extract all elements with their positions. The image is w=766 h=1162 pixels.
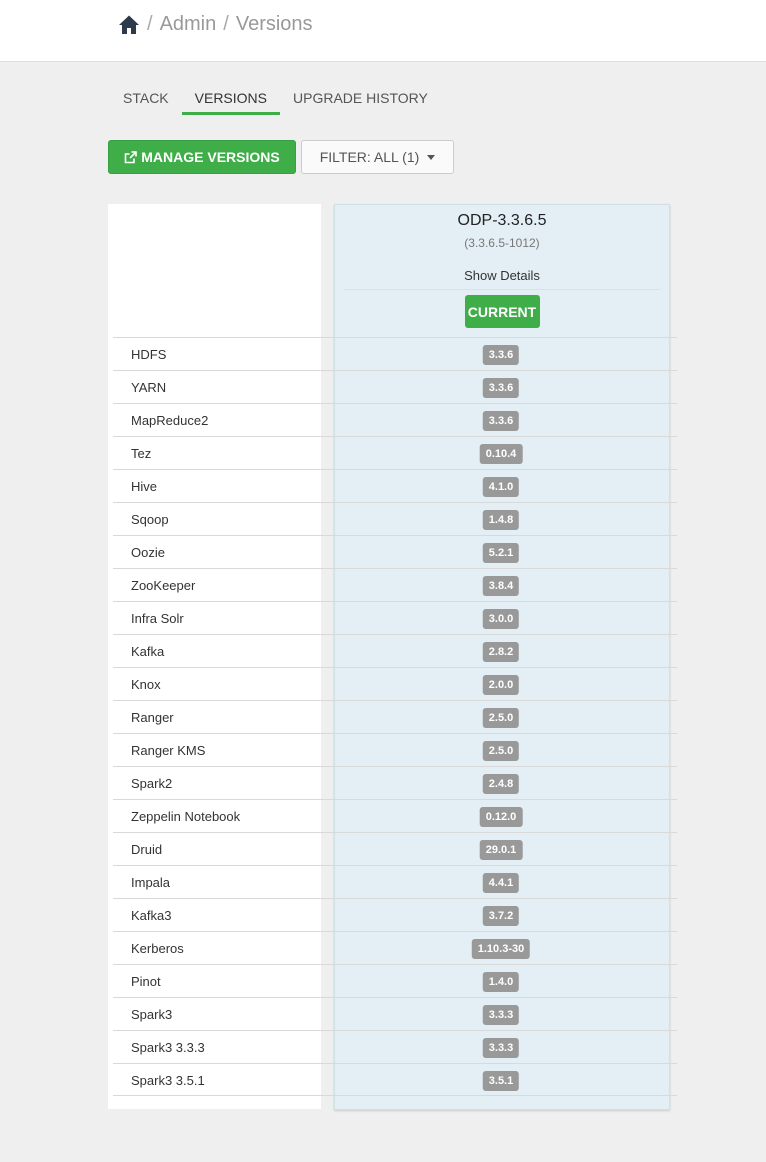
version-badge: 3.3.3 xyxy=(482,1005,520,1025)
breadcrumb-separator: / xyxy=(223,13,229,35)
service-name: Spark2 xyxy=(131,776,173,791)
service-name: Spark3 3.3.3 xyxy=(131,1040,205,1055)
table-row: Tez 0.10.4 xyxy=(113,436,677,469)
version-name: ODP-3.3.6.5 xyxy=(457,212,547,229)
table-row: ZooKeeper 3.8.4 xyxy=(113,568,677,601)
service-name: Spark3 xyxy=(131,1007,173,1022)
external-link-icon xyxy=(124,150,138,164)
table-row: Sqoop 1.4.8 xyxy=(113,502,677,535)
version-badge: 3.5.1 xyxy=(482,1071,520,1091)
version-badge: 1.4.8 xyxy=(482,510,520,530)
version-badge: 2.0.0 xyxy=(482,675,520,695)
service-name: HDFS xyxy=(131,347,167,362)
table-row: HDFS 3.3.6 xyxy=(113,337,677,370)
service-name: Ranger xyxy=(131,710,174,725)
version-badge: 1.10.3-30 xyxy=(471,939,531,959)
table-row: Infra Solr 3.0.0 xyxy=(113,601,677,634)
table-row: Knox 2.0.0 xyxy=(113,667,677,700)
table-row: Ranger KMS 2.5.0 xyxy=(113,733,677,766)
breadcrumb-separator: / xyxy=(147,13,153,35)
version-badge: 0.12.0 xyxy=(479,807,523,827)
tab-bar: STACK VERSIONS UPGRADE HISTORY xyxy=(110,88,441,115)
table-row: Spark2 2.4.8 xyxy=(113,766,677,799)
service-name: Zeppelin Notebook xyxy=(131,809,241,824)
service-name: Impala xyxy=(131,875,171,890)
table-row: Zeppelin Notebook 0.12.0 xyxy=(113,799,677,832)
service-name: Oozie xyxy=(131,545,165,560)
service-name: Pinot xyxy=(131,974,161,989)
service-name: Sqoop xyxy=(131,512,169,527)
version-badge: 3.3.6 xyxy=(482,378,520,398)
version-badge: 3.3.6 xyxy=(482,411,520,431)
service-name: Tez xyxy=(131,446,152,461)
version-badge: 5.2.1 xyxy=(482,543,520,563)
service-name: Spark3 3.5.1 xyxy=(131,1073,205,1088)
tab-stack[interactable]: STACK xyxy=(110,88,182,115)
version-badge: 2.4.8 xyxy=(482,774,520,794)
table-row: Oozie 5.2.1 xyxy=(113,535,677,568)
table-row: Hive 4.1.0 xyxy=(113,469,677,502)
breadcrumb: / Admin / Versions xyxy=(118,13,313,36)
version-badge: 2.5.0 xyxy=(482,708,520,728)
filter-label: FILTER: ALL (1) xyxy=(319,149,420,165)
table-row: MapReduce2 3.3.6 xyxy=(113,403,677,436)
version-badge: 2.5.0 xyxy=(482,741,520,761)
version-badge: 2.8.2 xyxy=(482,642,520,662)
table-row: Kerberos 1.10.3-30 xyxy=(113,931,677,964)
breadcrumb-versions: Versions xyxy=(235,13,313,35)
service-name: Kafka3 xyxy=(131,908,172,923)
service-name: Infra Solr xyxy=(131,611,184,626)
version-badge: 4.1.0 xyxy=(482,477,520,497)
home-icon[interactable] xyxy=(118,14,140,36)
version-badge: 0.10.4 xyxy=(479,444,523,464)
version-badge: 3.7.2 xyxy=(482,906,520,926)
version-badge: 29.0.1 xyxy=(479,840,523,860)
version-badge: 4.4.1 xyxy=(482,873,520,893)
manage-versions-label: MANAGE VERSIONS xyxy=(141,149,280,165)
service-name: MapReduce2 xyxy=(131,413,209,428)
breadcrumb-admin[interactable]: Admin xyxy=(160,13,217,36)
filter-dropdown[interactable]: FILTER: ALL (1) xyxy=(301,140,454,174)
version-badge: 3.3.3 xyxy=(482,1038,520,1058)
manage-versions-button[interactable]: MANAGE VERSIONS xyxy=(108,140,296,174)
service-name: Druid xyxy=(131,842,163,857)
version-build: (3.3.6.5-1012) xyxy=(464,236,540,250)
service-name: Kafka xyxy=(131,644,165,659)
show-details-link[interactable]: Show Details xyxy=(334,268,670,283)
tab-versions[interactable]: VERSIONS xyxy=(181,88,280,115)
tab-upgrade-history[interactable]: UPGRADE HISTORY xyxy=(280,88,441,115)
service-name: ZooKeeper xyxy=(131,578,196,593)
service-name: Kerberos xyxy=(131,941,184,956)
table-row: Kafka 2.8.2 xyxy=(113,634,677,667)
current-status-button[interactable]: CURRENT xyxy=(464,295,540,328)
table-row: Ranger 2.5.0 xyxy=(113,700,677,733)
service-name: Ranger KMS xyxy=(131,743,206,758)
divider xyxy=(344,289,660,290)
version-header: ODP-3.3.6.5 (3.3.6.5-1012) Show Details … xyxy=(334,204,670,328)
table-row: Spark3 3.5.1 3.5.1 xyxy=(113,1063,677,1096)
version-badge: 3.8.4 xyxy=(482,576,520,596)
service-name: Hive xyxy=(131,479,158,494)
version-badge: 1.4.0 xyxy=(482,972,520,992)
table-row: Impala 4.4.1 xyxy=(113,865,677,898)
top-bar: / Admin / Versions xyxy=(0,0,766,62)
table-row: YARN 3.3.6 xyxy=(113,370,677,403)
caret-down-icon xyxy=(427,154,436,160)
service-name: YARN xyxy=(131,380,167,395)
version-badge: 3.0.0 xyxy=(482,609,520,629)
table-row: Kafka3 3.7.2 xyxy=(113,898,677,931)
table-row: Spark3 3.3.3 3.3.3 xyxy=(113,1030,677,1063)
version-badge: 3.3.6 xyxy=(482,345,520,365)
table-row: Spark3 3.3.3 xyxy=(113,997,677,1030)
service-name: Knox xyxy=(131,677,161,692)
service-table: HDFS 3.3.6 YARN 3.3.6 MapReduce2 3.3.6 Tez 0.10… xyxy=(113,337,677,1096)
table-row: Pinot 1.4.0 xyxy=(113,964,677,997)
table-row: Druid 29.0.1 xyxy=(113,832,677,865)
